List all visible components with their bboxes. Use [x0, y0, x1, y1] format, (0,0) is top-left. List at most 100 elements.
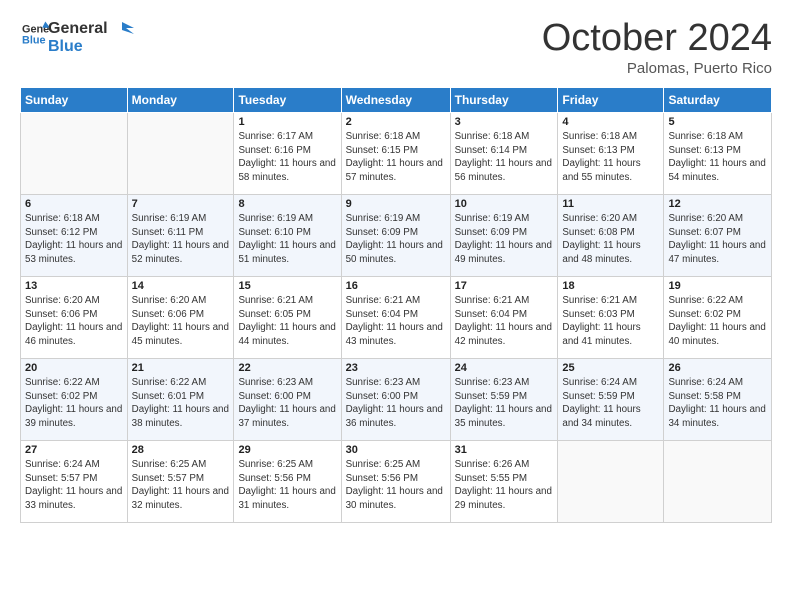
calendar-week-row: 1 Sunrise: 6:17 AM Sunset: 6:16 PM Daylig… — [21, 112, 772, 194]
calendar-header-row: SundayMondayTuesdayWednesdayThursdayFrid… — [21, 87, 772, 112]
day-number: 23 — [346, 362, 446, 374]
day-info: Sunrise: 6:21 AM Sunset: 6:04 PM Dayligh… — [455, 294, 554, 349]
day-info: Sunrise: 6:17 AM Sunset: 6:16 PM Dayligh… — [238, 130, 336, 185]
calendar-week-row: 27 Sunrise: 6:24 AM Sunset: 5:57 PM Dayli… — [21, 440, 772, 522]
col-header-friday: Friday — [558, 87, 664, 112]
logo-icon: General Blue — [22, 20, 50, 48]
logo-text-general: General — [48, 20, 108, 38]
calendar-cell: 16Sunrise: 6:21 AM Sunset: 6:04 PM Dayli… — [341, 276, 450, 358]
svg-text:Blue: Blue — [22, 34, 46, 46]
col-header-thursday: Thursday — [450, 87, 558, 112]
day-info: Sunrise: 6:23 AM Sunset: 6:00 PM Dayligh… — [238, 376, 336, 431]
calendar-cell — [664, 440, 772, 522]
day-info: Sunrise: 6:19 AM Sunset: 6:09 PM Dayligh… — [455, 212, 554, 267]
day-info: Sunrise: 6:23 AM Sunset: 6:00 PM Dayligh… — [346, 376, 446, 431]
day-number: 31 — [455, 444, 554, 456]
day-info: Sunrise: 6:18 AM Sunset: 6:14 PM Dayligh… — [455, 130, 554, 185]
day-number: 13 — [25, 280, 123, 292]
day-number: 7 — [132, 198, 230, 210]
day-info: Sunrise: 6:18 AM Sunset: 6:15 PM Dayligh… — [346, 130, 446, 185]
day-info: Sunrise: 6:24 AM Sunset: 5:57 PM Dayligh… — [25, 458, 123, 513]
calendar-cell: 21 Sunrise: 6:22 AM Sunset: 6:01 PM Dayli… — [127, 358, 234, 440]
col-header-wednesday: Wednesday — [341, 87, 450, 112]
day-number: 24 — [455, 362, 554, 374]
logo-bird-icon — [112, 20, 134, 42]
day-number: 2 — [346, 116, 446, 128]
logo-text-blue: Blue — [48, 38, 108, 56]
day-number: 21 — [132, 362, 230, 374]
calendar-cell: 24 Sunrise: 6:23 AM Sunset: 5:59 PM Dayli… — [450, 358, 558, 440]
day-number: 12 — [668, 198, 767, 210]
day-info: Sunrise: 6:21 AM Sunset: 6:04 PM Dayligh… — [346, 294, 446, 349]
location-subtitle: Palomas, Puerto Rico — [542, 60, 772, 77]
day-info: Sunrise: 6:22 AM Sunset: 6:01 PM Dayligh… — [132, 376, 230, 431]
calendar-cell: 6 Sunrise: 6:18 AM Sunset: 6:12 PM Daylig… — [21, 194, 128, 276]
day-number: 29 — [238, 444, 336, 456]
calendar-week-row: 20Sunrise: 6:22 AM Sunset: 6:02 PM Dayli… — [21, 358, 772, 440]
day-info: Sunrise: 6:20 AM Sunset: 6:06 PM Dayligh… — [25, 294, 123, 349]
page-header: General Blue General Blue October 2024 P… — [20, 18, 772, 77]
calendar-cell: 29 Sunrise: 6:25 AM Sunset: 5:56 PM Dayli… — [234, 440, 341, 522]
calendar-cell: 2 Sunrise: 6:18 AM Sunset: 6:15 PM Daylig… — [341, 112, 450, 194]
calendar-week-row: 13 Sunrise: 6:20 AM Sunset: 6:06 PM Dayli… — [21, 276, 772, 358]
calendar-cell — [558, 440, 664, 522]
day-number: 11 — [562, 198, 659, 210]
calendar-cell: 9Sunrise: 6:19 AM Sunset: 6:09 PM Daylig… — [341, 194, 450, 276]
day-number: 18 — [562, 280, 659, 292]
col-header-saturday: Saturday — [664, 87, 772, 112]
calendar-cell: 23 Sunrise: 6:23 AM Sunset: 6:00 PM Dayli… — [341, 358, 450, 440]
month-title: October 2024 — [542, 18, 772, 60]
title-block: October 2024 Palomas, Puerto Rico — [542, 18, 772, 77]
calendar-cell: 18Sunrise: 6:21 AM Sunset: 6:03 PM Dayli… — [558, 276, 664, 358]
calendar-cell — [21, 112, 128, 194]
calendar-cell: 27 Sunrise: 6:24 AM Sunset: 5:57 PM Dayli… — [21, 440, 128, 522]
day-number: 22 — [238, 362, 336, 374]
day-number: 26 — [668, 362, 767, 374]
day-number: 1 — [238, 116, 336, 128]
day-info: Sunrise: 6:24 AM Sunset: 5:59 PM Dayligh… — [562, 376, 659, 431]
col-header-sunday: Sunday — [21, 87, 128, 112]
calendar-cell: 31 Sunrise: 6:26 AM Sunset: 5:55 PM Dayli… — [450, 440, 558, 522]
day-info: Sunrise: 6:25 AM Sunset: 5:56 PM Dayligh… — [238, 458, 336, 513]
calendar-cell: 26 Sunrise: 6:24 AM Sunset: 5:58 PM Dayli… — [664, 358, 772, 440]
day-number: 27 — [25, 444, 123, 456]
day-info: Sunrise: 6:20 AM Sunset: 6:07 PM Dayligh… — [668, 212, 767, 267]
day-number: 9 — [346, 198, 446, 210]
day-number: 5 — [668, 116, 767, 128]
calendar-cell: 11Sunrise: 6:20 AM Sunset: 6:08 PM Dayli… — [558, 194, 664, 276]
calendar-cell: 15Sunrise: 6:21 AM Sunset: 6:05 PM Dayli… — [234, 276, 341, 358]
col-header-tuesday: Tuesday — [234, 87, 341, 112]
calendar-cell: 30Sunrise: 6:25 AM Sunset: 5:56 PM Dayli… — [341, 440, 450, 522]
day-number: 19 — [668, 280, 767, 292]
day-info: Sunrise: 6:19 AM Sunset: 6:11 PM Dayligh… — [132, 212, 230, 267]
day-info: Sunrise: 6:19 AM Sunset: 6:10 PM Dayligh… — [238, 212, 336, 267]
day-info: Sunrise: 6:25 AM Sunset: 5:57 PM Dayligh… — [132, 458, 230, 513]
day-info: Sunrise: 6:20 AM Sunset: 6:06 PM Dayligh… — [132, 294, 230, 349]
calendar-cell: 12 Sunrise: 6:20 AM Sunset: 6:07 PM Dayli… — [664, 194, 772, 276]
calendar-cell — [127, 112, 234, 194]
day-number: 25 — [562, 362, 659, 374]
calendar-cell: 13 Sunrise: 6:20 AM Sunset: 6:06 PM Dayli… — [21, 276, 128, 358]
calendar-cell: 19 Sunrise: 6:22 AM Sunset: 6:02 PM Dayli… — [664, 276, 772, 358]
day-number: 8 — [238, 198, 336, 210]
calendar-cell: 10Sunrise: 6:19 AM Sunset: 6:09 PM Dayli… — [450, 194, 558, 276]
day-info: Sunrise: 6:21 AM Sunset: 6:05 PM Dayligh… — [238, 294, 336, 349]
day-info: Sunrise: 6:18 AM Sunset: 6:13 PM Dayligh… — [562, 130, 659, 185]
calendar-cell: 17Sunrise: 6:21 AM Sunset: 6:04 PM Dayli… — [450, 276, 558, 358]
day-info: Sunrise: 6:18 AM Sunset: 6:13 PM Dayligh… — [668, 130, 767, 185]
calendar-cell: 1 Sunrise: 6:17 AM Sunset: 6:16 PM Daylig… — [234, 112, 341, 194]
day-number: 6 — [25, 198, 123, 210]
day-number: 3 — [455, 116, 554, 128]
calendar-cell: 22 Sunrise: 6:23 AM Sunset: 6:00 PM Dayli… — [234, 358, 341, 440]
day-info: Sunrise: 6:24 AM Sunset: 5:58 PM Dayligh… — [668, 376, 767, 431]
day-info: Sunrise: 6:18 AM Sunset: 6:12 PM Dayligh… — [25, 212, 123, 267]
calendar-cell: 5 Sunrise: 6:18 AM Sunset: 6:13 PM Daylig… — [664, 112, 772, 194]
calendar-cell: 14 Sunrise: 6:20 AM Sunset: 6:06 PM Dayli… — [127, 276, 234, 358]
day-info: Sunrise: 6:26 AM Sunset: 5:55 PM Dayligh… — [455, 458, 554, 513]
day-number: 30 — [346, 444, 446, 456]
day-info: Sunrise: 6:23 AM Sunset: 5:59 PM Dayligh… — [455, 376, 554, 431]
calendar-cell: 7 Sunrise: 6:19 AM Sunset: 6:11 PM Daylig… — [127, 194, 234, 276]
day-number: 14 — [132, 280, 230, 292]
day-info: Sunrise: 6:22 AM Sunset: 6:02 PM Dayligh… — [668, 294, 767, 349]
calendar-cell: 3 Sunrise: 6:18 AM Sunset: 6:14 PM Daylig… — [450, 112, 558, 194]
